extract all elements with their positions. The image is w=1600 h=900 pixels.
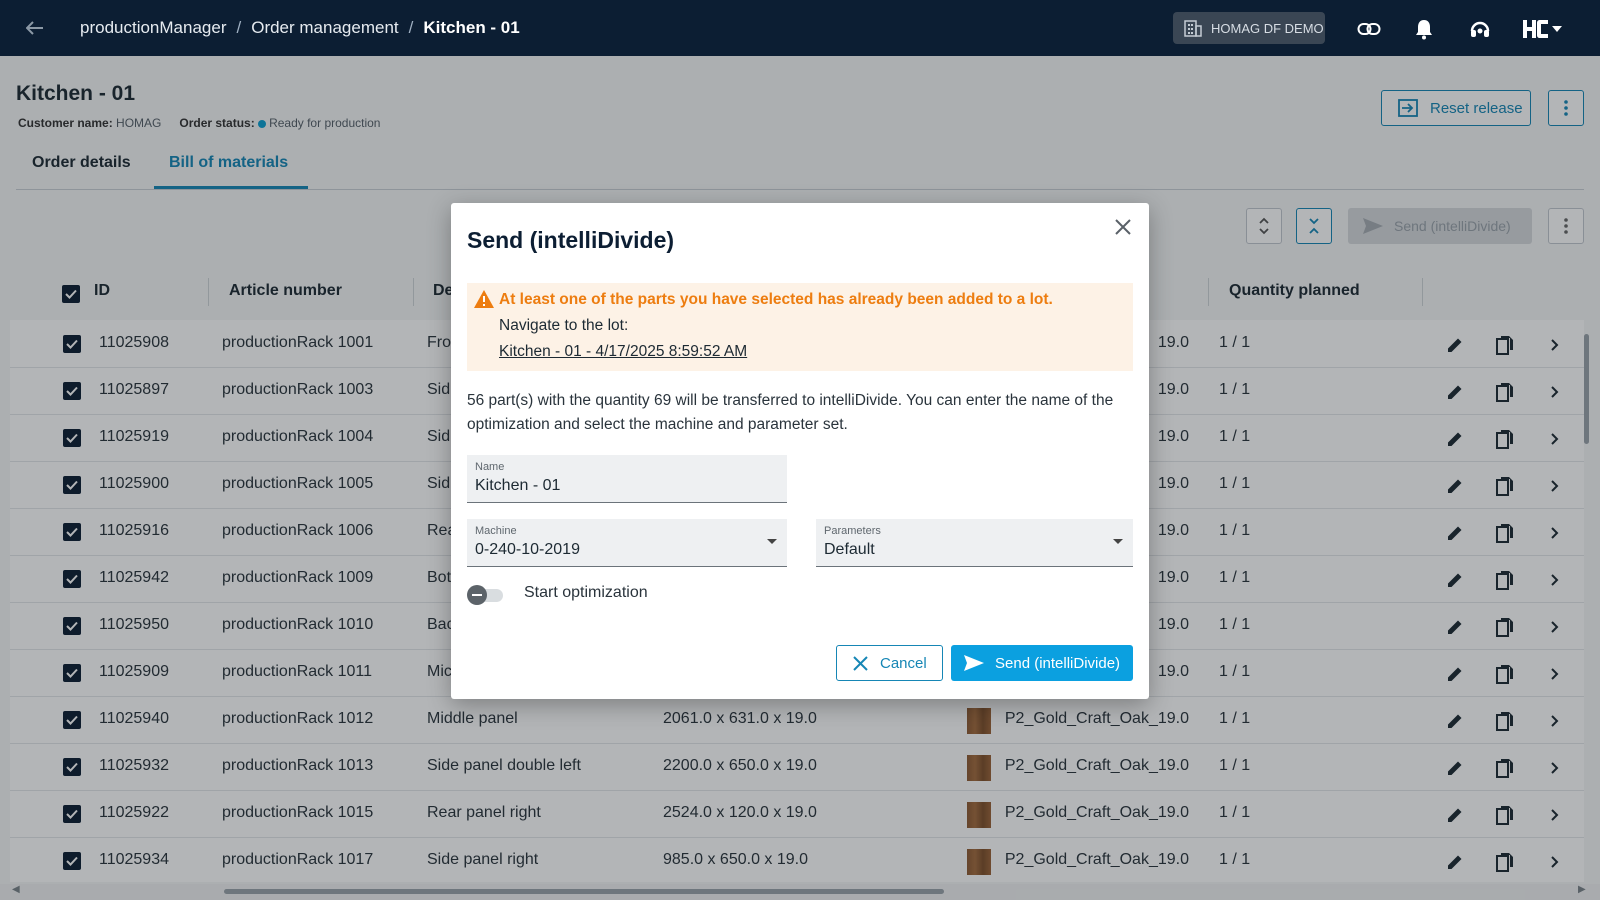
breadcrumb-separator: / <box>408 18 414 37</box>
warning-title: At least one of the parts you have selec… <box>499 291 1053 308</box>
machine-select-value: 0-240-10-2019 <box>475 541 580 558</box>
send-intellidivide-button[interactable]: Send (intelliDivide) <box>951 645 1133 681</box>
building-icon <box>1184 20 1202 37</box>
breadcrumb-separator: / <box>236 18 242 37</box>
warning-icon <box>474 290 494 308</box>
machine-select-label: Machine <box>475 525 517 537</box>
breadcrumb: productionManager / Order management / K… <box>80 18 520 38</box>
name-field-value[interactable]: Kitchen - 01 <box>475 477 560 495</box>
warning-navigate-text: Navigate to the lot: <box>499 317 629 334</box>
chevron-down-icon <box>1552 26 1562 32</box>
cancel-button[interactable]: Cancel <box>836 645 943 681</box>
warning-banner: At least one of the parts you have selec… <box>467 283 1133 371</box>
send-intellidivide-button-label: Send (intelliDivide) <box>995 654 1121 672</box>
start-optimization-toggle[interactable] <box>467 585 505 605</box>
parameters-select-label: Parameters <box>824 525 881 537</box>
dropdown-arrow-icon <box>1113 539 1123 544</box>
dialog-description: 56 part(s) with the quantity 69 will be … <box>467 392 1114 433</box>
tenant-selector[interactable]: HOMAG DF DEMO <box>1173 12 1325 44</box>
top-bar: productionManager / Order management / K… <box>0 0 1600 56</box>
breadcrumb-item-current: Kitchen - 01 <box>423 18 520 37</box>
toggle-knob <box>467 585 487 605</box>
parameters-select-value: Default <box>824 541 875 558</box>
link-icon[interactable] <box>1356 16 1382 42</box>
headset-icon[interactable] <box>1467 16 1493 42</box>
cancel-button-label: Cancel <box>880 654 927 672</box>
back-arrow-icon[interactable] <box>22 16 48 40</box>
name-field[interactable]: Name Kitchen - 01 <box>467 455 787 503</box>
dialog-title: Send (intelliDivide) <box>467 227 675 253</box>
lot-link[interactable]: Kitchen - 01 - 4/17/2025 8:59:52 AM <box>499 343 747 361</box>
tenant-name: HOMAG DF DEMO <box>1211 20 1324 36</box>
bell-icon[interactable] <box>1411 16 1437 42</box>
breadcrumb-item-production-manager[interactable]: productionManager <box>80 18 226 38</box>
close-icon[interactable] <box>1111 215 1135 239</box>
name-field-label: Name <box>475 461 505 473</box>
breadcrumb-item-order-management[interactable]: Order management <box>251 18 398 38</box>
send-intellidivide-dialog: Send (intelliDivide) At least one of the… <box>451 203 1149 699</box>
user-menu[interactable] <box>1520 16 1564 42</box>
machine-select[interactable]: Machine 0-240-10-2019 <box>467 519 787 567</box>
close-icon <box>853 655 868 671</box>
start-optimization-label: Start optimization <box>524 584 648 601</box>
send-icon <box>964 655 984 671</box>
user-initials-logo <box>1523 20 1548 38</box>
dropdown-arrow-icon <box>767 539 777 544</box>
parameters-select[interactable]: Parameters Default <box>816 519 1133 567</box>
